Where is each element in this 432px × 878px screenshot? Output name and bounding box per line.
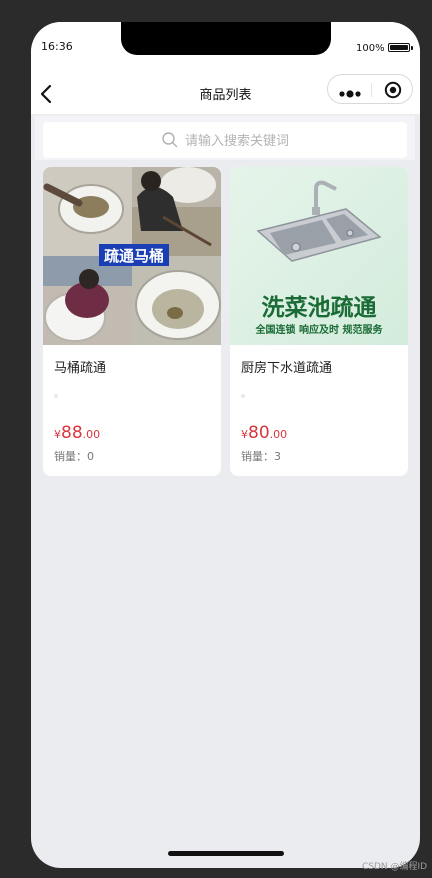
home-indicator[interactable] <box>168 851 284 856</box>
currency-symbol: ¥ <box>241 428 248 441</box>
product-name: 马桶疏通 <box>54 361 107 376</box>
battery-tip <box>411 46 413 50</box>
product-name: 厨房下水道疏通 <box>241 361 333 376</box>
image-caption: 疏通马桶 <box>104 247 164 265</box>
product-card[interactable]: 疏通马桶 马桶疏通 ¥88.00 销量：0 <box>43 167 221 476</box>
sales-label: 销量： <box>241 450 274 463</box>
status-time: 16:36 <box>41 40 73 53</box>
product-sales: 销量：0 <box>54 448 94 464</box>
search-icon <box>162 132 178 148</box>
tag-placeholder <box>241 394 245 398</box>
search-bar <box>35 116 415 160</box>
target-circle-icon <box>384 81 402 99</box>
product-image: 疏通马桶 <box>43 167 221 345</box>
battery-percent: 100% <box>356 43 385 54</box>
product-card[interactable]: 洗菜池疏通 全国连锁 响应及时 规范服务 厨房下水道疏通 ¥80.00 销量：3 <box>230 167 408 476</box>
more-dots-icon <box>339 90 361 98</box>
product-price: ¥80.00 <box>241 423 287 443</box>
sales-count: 0 <box>87 450 94 463</box>
phone-screen: 16:36 100% 商品列表 请输入搜索关键词 疏通马桶 马桶疏通 ¥88.0… <box>31 22 420 868</box>
tag-placeholder <box>54 394 58 398</box>
price-integer: 80 <box>248 423 270 443</box>
currency-symbol: ¥ <box>54 428 61 441</box>
capsule-divider <box>371 83 372 97</box>
price-integer: 88 <box>61 423 83 443</box>
search-box[interactable] <box>43 122 407 158</box>
watermark: CSDN @编程ID <box>362 862 428 872</box>
image-subtitle: 全国连锁 响应及时 规范服务 <box>255 323 384 336</box>
close-button[interactable] <box>384 81 402 99</box>
price-decimal: .00 <box>269 428 288 441</box>
search-input[interactable] <box>183 128 387 154</box>
image-title: 洗菜池疏通 <box>262 294 377 321</box>
battery-icon <box>388 43 410 52</box>
mini-program-capsule <box>327 74 413 104</box>
device-notch <box>121 22 331 55</box>
sales-count: 3 <box>274 450 281 463</box>
product-price: ¥88.00 <box>54 423 100 443</box>
product-image: 洗菜池疏通 全国连锁 响应及时 规范服务 <box>230 167 408 345</box>
sales-label: 销量： <box>54 450 87 463</box>
price-decimal: .00 <box>82 428 101 441</box>
more-button[interactable] <box>338 84 366 98</box>
product-sales: 销量：3 <box>241 448 281 464</box>
